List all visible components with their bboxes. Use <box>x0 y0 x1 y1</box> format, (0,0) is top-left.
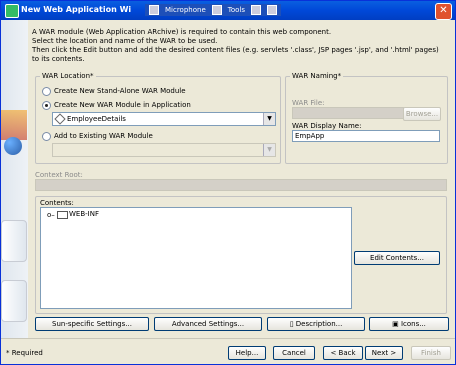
back-button[interactable]: < Back <box>323 346 363 360</box>
contents-label: Contents: <box>40 199 74 207</box>
war-file-field[interactable] <box>292 107 404 119</box>
war-location-group: WAR Location* Create New Stand-Alone WAR… <box>35 72 281 164</box>
jar-graphic <box>1 220 27 262</box>
jar-graphic <box>1 280 27 322</box>
radio-existing-war[interactable] <box>42 132 51 141</box>
application-combo-value: EmployeeDetails <box>67 115 126 123</box>
close-icon[interactable]: ✕ <box>435 3 452 20</box>
icons-button[interactable]: ▣ Icons... <box>369 317 449 331</box>
context-root-label: Context Root: <box>35 171 83 179</box>
contents-tree[interactable]: o– WEB-INF <box>40 207 352 309</box>
radio-existing-war-label[interactable]: Add to Existing WAR Module <box>54 132 153 140</box>
edit-contents-button[interactable]: Edit Contents... <box>354 251 440 265</box>
war-file-label: WAR File: <box>292 99 325 107</box>
wizard-window: New Web Application Wi Microphone Tools … <box>0 0 456 365</box>
war-display-name-label: WAR Display Name: <box>292 122 362 130</box>
wizard-side-banner <box>1 20 28 338</box>
cancel-button[interactable]: Cancel <box>273 346 315 360</box>
war-naming-legend: WAR Naming* <box>290 72 344 80</box>
window-title: New Web Application Wi <box>21 5 132 14</box>
application-icon <box>54 113 66 125</box>
chevron-down-icon[interactable]: ▼ <box>263 144 275 156</box>
folder-icon <box>57 211 68 219</box>
icons-button-label: Icons... <box>400 320 426 328</box>
help-button[interactable]: Help... <box>228 346 266 360</box>
war-naming-group: WAR Naming* WAR File: Browse... WAR Disp… <box>285 72 448 164</box>
microphone-label[interactable]: Microphone <box>165 6 206 14</box>
tree-expander-icon[interactable]: o– <box>47 211 55 219</box>
advanced-settings-button[interactable]: Advanced Settings... <box>154 317 262 331</box>
required-note: * Required <box>6 349 43 357</box>
description-button-label: Description... <box>295 320 343 328</box>
sun-specific-settings-button[interactable]: Sun-specific Settings... <box>35 317 149 331</box>
chevron-down-icon[interactable]: ▼ <box>263 113 275 125</box>
tree-item-web-inf[interactable]: WEB-INF <box>69 210 99 218</box>
tools-icon[interactable] <box>211 5 222 15</box>
help-icon[interactable] <box>251 5 261 15</box>
microphone-icon[interactable] <box>149 5 159 15</box>
application-combo[interactable]: EmployeeDetails ▼ <box>52 112 276 126</box>
war-display-name-field[interactable]: EmpApp <box>292 130 440 142</box>
radio-standalone-war-label[interactable]: Create New Stand-Alone WAR Module <box>54 87 186 95</box>
intro-line: A WAR module (Web Application ARchive) i… <box>32 28 332 36</box>
intro-line: Then click the Edit button and add the d… <box>32 46 439 63</box>
radio-war-in-application[interactable] <box>42 101 51 110</box>
language-bar: Microphone Tools <box>145 4 281 16</box>
image-icon: ▣ <box>392 320 401 328</box>
app-icon <box>5 4 19 18</box>
browse-button[interactable]: Browse... <box>403 107 441 121</box>
war-location-legend: WAR Location* <box>40 72 96 80</box>
radio-war-in-application-label[interactable]: Create New WAR Module in Application <box>54 101 191 109</box>
contents-group: Contents: o– WEB-INF Edit Contents... <box>35 196 447 314</box>
title-bar: New Web Application Wi Microphone Tools … <box>1 1 455 20</box>
wizard-footer: * Required Help... Cancel < Back Next > … <box>1 338 455 364</box>
intro-text: A WAR module (Web Application ARchive) i… <box>32 28 446 64</box>
tools-label[interactable]: Tools <box>228 6 245 14</box>
next-button[interactable]: Next > <box>365 346 403 360</box>
menu-icon[interactable] <box>267 5 277 15</box>
radio-standalone-war[interactable] <box>42 87 51 96</box>
existing-war-combo[interactable]: ▼ <box>52 143 276 157</box>
description-button[interactable]: ▯ Description... <box>267 317 365 331</box>
intro-line: Select the location and name of the WAR … <box>32 37 218 45</box>
decorative-banner-stripe <box>1 110 27 140</box>
globe-icon <box>4 137 22 155</box>
context-root-field[interactable] <box>35 179 447 191</box>
finish-button[interactable]: Finish <box>411 346 451 360</box>
